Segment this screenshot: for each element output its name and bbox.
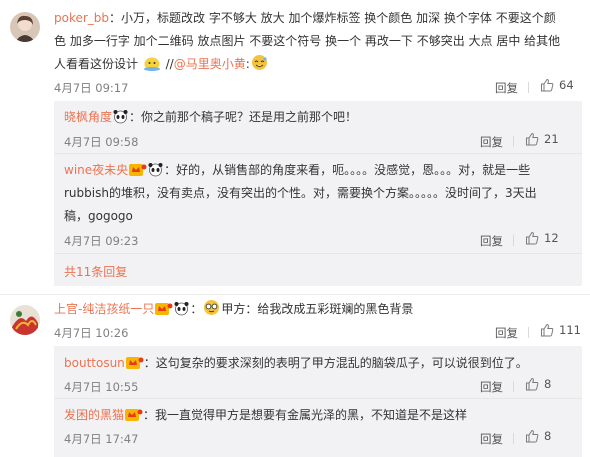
- reply-button[interactable]: 回复: [480, 233, 503, 249]
- reply-text: 发困的黑猫 ：我一直觉得甲方是想要有金属光泽的黑，不知道是不是这样: [64, 408, 468, 422]
- like-button[interactable]: 8: [525, 377, 551, 391]
- like-button[interactable]: 8: [525, 429, 551, 443]
- member-crown-icon: [125, 357, 144, 369]
- thumbs-up-icon: [541, 323, 554, 337]
- username-link[interactable]: wine夜未央: [64, 163, 128, 177]
- reply-text: bouttosun ：这句复杂的要求深刻的表明了甲方混乱的脑袋瓜子，可以说很到位了…: [64, 356, 528, 370]
- thumbs-up-icon: [541, 78, 554, 92]
- separator: [528, 82, 529, 93]
- divider: [54, 398, 582, 399]
- username-link[interactable]: bouttosun: [64, 356, 125, 370]
- avatar-shangguan[interactable]: [10, 305, 40, 335]
- reply-button[interactable]: 回复: [480, 134, 503, 150]
- reply-time: 4月7日 17:47: [64, 432, 139, 446]
- mention-link[interactable]: @马里奥小黄: [174, 57, 246, 71]
- comment-time: 4月7日 09:17: [54, 81, 129, 95]
- panda-emoji-icon: [148, 163, 163, 177]
- like-button[interactable]: 64: [540, 78, 574, 92]
- like-button[interactable]: 12: [525, 231, 559, 245]
- avatar-poker-bb[interactable]: [10, 12, 40, 42]
- panda-emoji-icon: [174, 302, 189, 316]
- username-link[interactable]: 发困的黑猫: [64, 408, 124, 422]
- reply-time: 4月7日 09:58: [64, 135, 139, 149]
- separator: [528, 327, 529, 338]
- member-crown-icon: [155, 303, 173, 315]
- comment-time: 4月7日 10:26: [54, 326, 129, 340]
- glasses-emoji-icon: [204, 300, 220, 315]
- thumbs-up-icon: [526, 429, 539, 443]
- comment-divider: [0, 294, 590, 295]
- divider: [54, 253, 582, 254]
- reply-text: wine夜未央 ：好的，从销售部的角度来看，呃。。。。没感觉，恩。。。对，就是一些…: [64, 163, 537, 223]
- reply-button[interactable]: 回复: [495, 325, 518, 341]
- reply-text: 晓枫角度 ：你之前那个稿子呢？还是用之前那个吧！: [64, 110, 358, 124]
- thumbs-up-icon: [526, 377, 539, 391]
- bald-emoji-icon: [143, 57, 160, 71]
- more-replies-link[interactable]: 共11条回复: [64, 263, 127, 280]
- separator: [513, 136, 514, 147]
- thumbs-up-icon: [526, 132, 539, 146]
- panda-emoji-icon: [113, 110, 128, 124]
- reply-button[interactable]: 回复: [495, 80, 518, 96]
- reply-time: 4月7日 10:55: [64, 380, 139, 394]
- reply-time: 4月7日 09:23: [64, 234, 139, 248]
- member-crown-icon: [125, 409, 143, 421]
- divider: [54, 153, 582, 154]
- like-button[interactable]: 21: [525, 132, 559, 146]
- like-button[interactable]: 111: [540, 323, 581, 337]
- username-link[interactable]: 晓枫角度: [64, 110, 112, 124]
- comment-text: poker_bb：小万，标题改改 字不够大 放大 加个爆炸标签 换个颜色 加深 …: [54, 11, 561, 71]
- thumbs-up-icon: [526, 231, 539, 245]
- sweat-smile-emoji-icon: [251, 55, 267, 70]
- separator: [513, 433, 514, 444]
- reply-button[interactable]: 回复: [480, 431, 503, 447]
- username-link[interactable]: 上官-纯洁孩纸一只: [54, 302, 154, 316]
- separator: [513, 381, 514, 392]
- username-link[interactable]: poker_bb: [54, 11, 109, 25]
- comment-text: 上官-纯洁孩纸一只：甲方：给我改成五彩斑斓的黑色背景: [54, 298, 584, 321]
- member-crown-icon: [129, 164, 147, 176]
- separator: [513, 235, 514, 246]
- reply-button[interactable]: 回复: [480, 379, 503, 395]
